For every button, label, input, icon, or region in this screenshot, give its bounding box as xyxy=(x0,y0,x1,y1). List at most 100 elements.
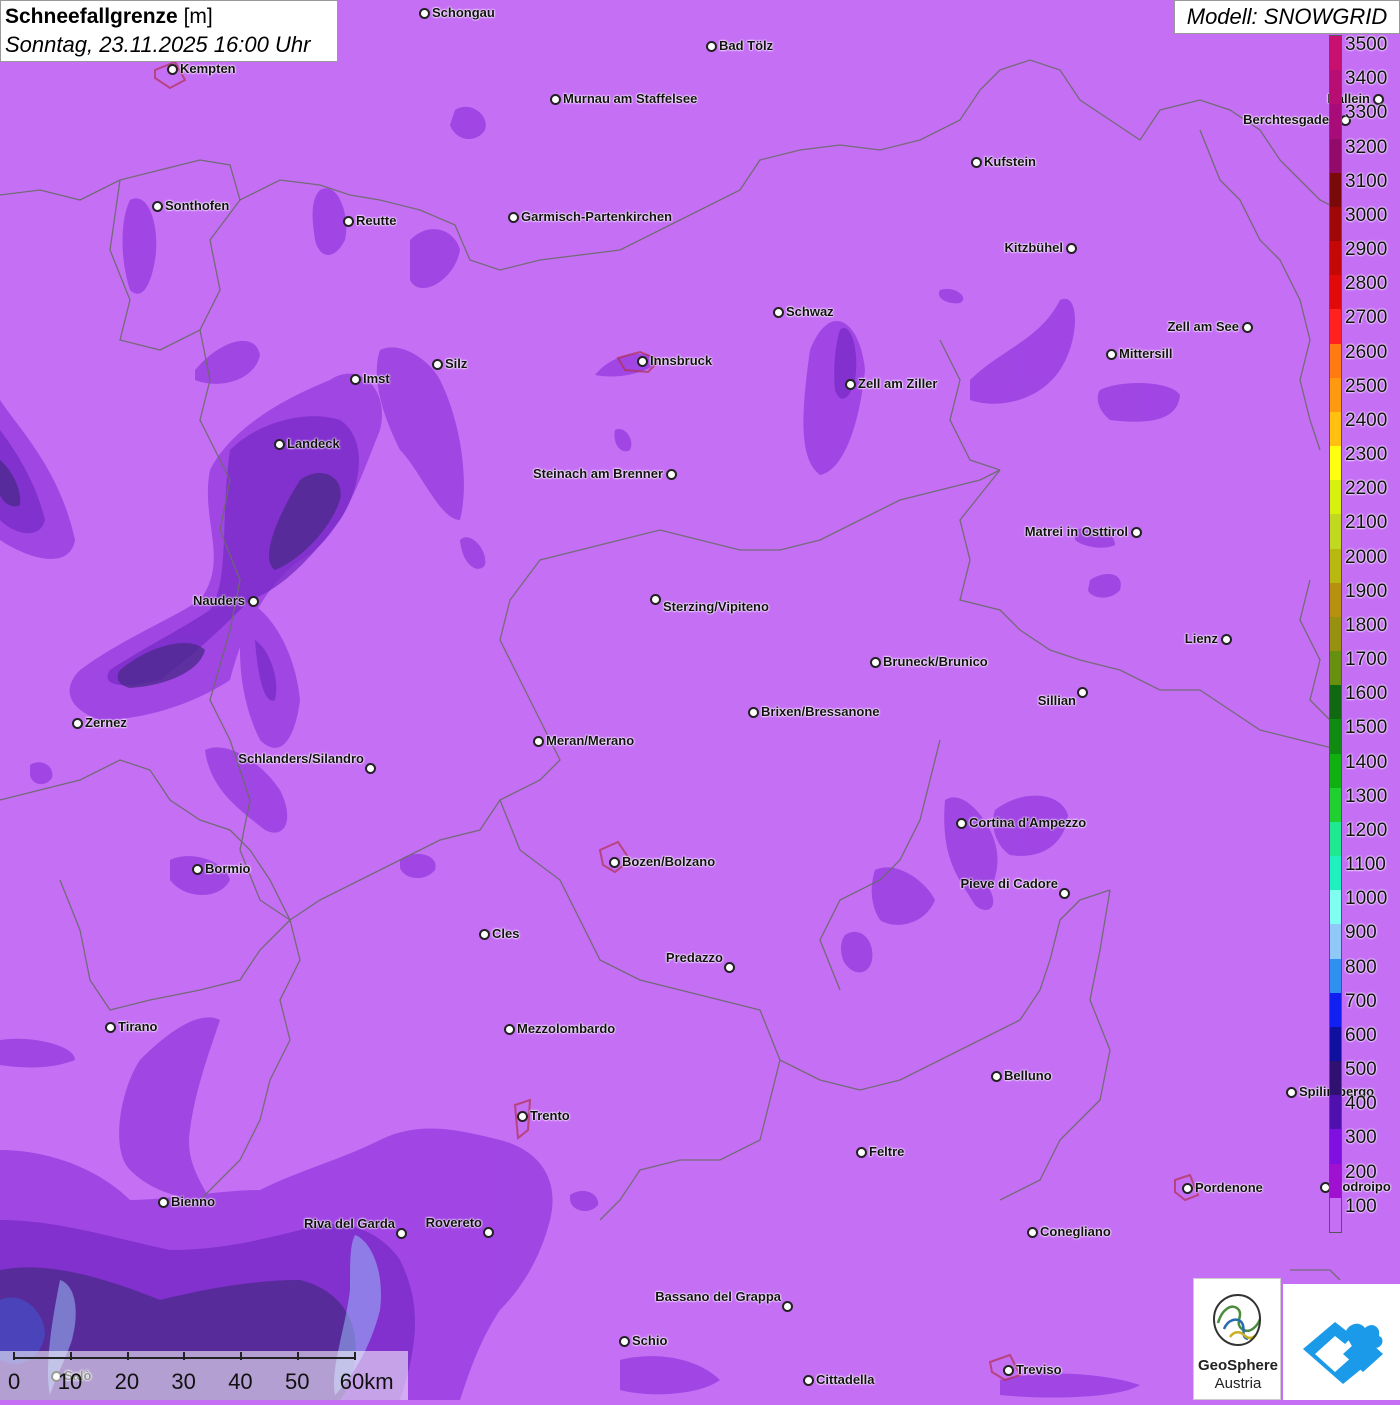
legend-label: 2200 xyxy=(1345,478,1388,500)
city-marker[interactable] xyxy=(991,1071,1002,1082)
city-label: Sillian xyxy=(1037,693,1076,708)
city-marker[interactable] xyxy=(650,594,661,605)
city-marker[interactable] xyxy=(1003,1365,1014,1376)
city-marker[interactable] xyxy=(432,359,443,370)
legend-label: 1600 xyxy=(1345,683,1388,705)
city-marker[interactable] xyxy=(773,307,784,318)
city-marker[interactable] xyxy=(365,763,376,774)
city-marker[interactable] xyxy=(666,469,677,480)
city-marker[interactable] xyxy=(483,1227,494,1238)
legend-swatch xyxy=(1330,377,1341,413)
city-marker[interactable] xyxy=(158,1197,169,1208)
city-marker[interactable] xyxy=(504,1024,515,1035)
city-marker[interactable] xyxy=(248,596,259,607)
city-marker[interactable] xyxy=(619,1336,630,1347)
city-marker[interactable] xyxy=(724,962,735,973)
city-label: Bormio xyxy=(205,861,251,876)
city-marker[interactable] xyxy=(508,212,519,223)
scale-tick xyxy=(183,1352,186,1360)
legend-swatch xyxy=(1330,36,1341,71)
city-label: Zell am Ziller xyxy=(858,376,938,391)
city-marker[interactable] xyxy=(167,64,178,75)
city-label: Schio xyxy=(632,1333,668,1348)
city-label: Belluno xyxy=(1004,1068,1052,1083)
app-logo[interactable] xyxy=(1283,1284,1400,1400)
city-label: Pieve di Cadore xyxy=(960,876,1058,891)
city-label: Zernez xyxy=(85,715,127,730)
legend-swatch xyxy=(1330,1163,1341,1199)
city-marker[interactable] xyxy=(1182,1183,1193,1194)
city-marker[interactable] xyxy=(1027,1227,1038,1238)
legend-swatch xyxy=(1330,275,1341,310)
legend-label: 3200 xyxy=(1345,136,1388,158)
city-marker[interactable] xyxy=(479,929,490,940)
city-marker[interactable] xyxy=(105,1022,116,1033)
legend-label: 1800 xyxy=(1345,614,1388,636)
city-marker[interactable] xyxy=(956,818,967,829)
legend-label: 2800 xyxy=(1345,273,1388,295)
legend-swatch xyxy=(1330,309,1341,345)
city-marker[interactable] xyxy=(396,1228,407,1239)
city-marker[interactable] xyxy=(870,657,881,668)
city-marker[interactable] xyxy=(343,216,354,227)
geosphere-logo[interactable]: GeoSphere Austria xyxy=(1193,1278,1281,1400)
legend-swatch xyxy=(1330,787,1341,823)
city-marker[interactable] xyxy=(1286,1087,1297,1098)
legend-label: 2600 xyxy=(1345,341,1388,363)
legend-label: 2700 xyxy=(1345,307,1388,329)
legend-label: 1300 xyxy=(1345,785,1388,807)
city-marker[interactable] xyxy=(550,94,561,105)
city-label: Bad Tölz xyxy=(719,38,774,53)
legend-label: 3000 xyxy=(1345,204,1388,226)
city-marker[interactable] xyxy=(637,356,648,367)
legend-label: 900 xyxy=(1345,922,1377,944)
scale-tick xyxy=(13,1352,15,1360)
city-marker[interactable] xyxy=(845,379,856,390)
city-marker[interactable] xyxy=(1077,687,1088,698)
city-marker[interactable] xyxy=(706,41,717,52)
city-marker[interactable] xyxy=(971,157,982,168)
city-label: Pordenone xyxy=(1195,1180,1263,1195)
scale-label: 30 xyxy=(171,1369,196,1394)
city-marker[interactable] xyxy=(517,1111,528,1122)
legend-label: 1200 xyxy=(1345,819,1388,841)
city-marker[interactable] xyxy=(1106,349,1117,360)
legend-label: 2300 xyxy=(1345,444,1388,466)
legend-label: 200 xyxy=(1345,1161,1377,1183)
city-label: Kitzbühel xyxy=(1004,240,1064,255)
city-marker[interactable] xyxy=(856,1147,867,1158)
legend-label: 2000 xyxy=(1345,546,1388,568)
city-marker[interactable] xyxy=(1221,634,1232,645)
city-marker[interactable] xyxy=(350,374,361,385)
city-label: Imst xyxy=(363,371,390,386)
city-marker[interactable] xyxy=(419,8,430,19)
legend-label: 500 xyxy=(1345,1059,1377,1081)
city-marker[interactable] xyxy=(782,1301,793,1312)
city-label: Predazzo xyxy=(665,950,723,965)
city-marker[interactable] xyxy=(609,857,620,868)
city-label: Berchtesgaden xyxy=(1243,112,1337,127)
city-label: Innsbruck xyxy=(650,353,713,368)
legend-swatch xyxy=(1330,753,1341,789)
city-marker[interactable] xyxy=(192,864,203,875)
city-marker[interactable] xyxy=(1242,322,1253,333)
city-marker[interactable] xyxy=(72,718,83,729)
city-label: Meran/Merano xyxy=(546,733,635,748)
city-marker[interactable] xyxy=(152,201,163,212)
city-marker[interactable] xyxy=(1059,888,1070,899)
city-marker[interactable] xyxy=(803,1375,814,1386)
legend-swatch xyxy=(1330,1095,1341,1130)
city-marker[interactable] xyxy=(533,736,544,747)
legend-swatch xyxy=(1330,1026,1341,1062)
legend-swatch xyxy=(1330,890,1341,925)
geosphere-logo-line1: GeoSphere xyxy=(1197,1357,1279,1374)
legend-label: 3300 xyxy=(1345,102,1388,124)
map-title-unit: [m] xyxy=(183,5,213,28)
legend-swatch xyxy=(1330,172,1341,208)
legend-swatch xyxy=(1330,241,1341,276)
city-marker[interactable] xyxy=(1066,243,1077,254)
city-marker[interactable] xyxy=(748,707,759,718)
city-marker[interactable] xyxy=(274,439,285,450)
city-label: Nauders xyxy=(192,593,245,608)
city-marker[interactable] xyxy=(1131,527,1142,538)
